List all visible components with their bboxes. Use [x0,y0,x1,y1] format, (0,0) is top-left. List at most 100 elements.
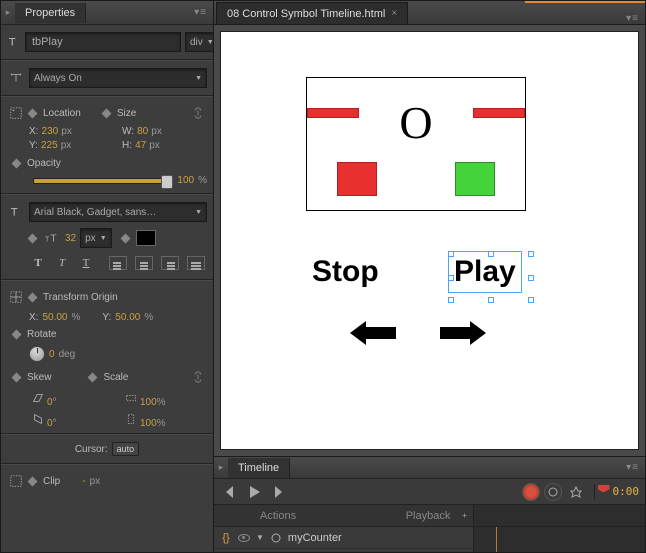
keyframe-diamond[interactable] [12,159,22,169]
keyframe-diamond[interactable] [88,372,98,382]
opacity-value[interactable]: 100 [177,175,194,186]
pin-icon[interactable] [566,483,586,501]
close-icon[interactable]: × [391,8,397,19]
keyframe-diamond[interactable] [28,476,38,486]
timeline-time[interactable]: 0:00 [613,485,640,498]
selection-handle[interactable] [448,251,454,257]
selection-handle[interactable] [448,275,454,281]
scale-x[interactable]: 100 [140,397,157,408]
selection-handle[interactable] [528,275,534,281]
play-text[interactable]: Play [454,255,516,289]
arrow-right-icon[interactable] [440,321,486,345]
display-select[interactable]: Always On▼ [29,68,207,88]
visibility-icon[interactable] [238,534,250,542]
symbol-icon [270,529,282,547]
playhead-line[interactable] [496,527,497,552]
element-name-input[interactable] [25,32,181,52]
location-x[interactable]: 230 [42,126,59,137]
transform-origin-y[interactable]: 50.00 [115,312,140,323]
opacity-slider[interactable] [33,178,169,184]
properties-scroll[interactable]: T div▼ Always On▼ Location Size [1,25,213,552]
stop-text[interactable]: Stop [312,255,379,289]
loc-y-unit: px [61,140,72,151]
forward-button[interactable] [268,483,288,501]
svg-text:T: T [45,237,50,244]
timeline-controls: 0:00 [214,479,645,505]
scale-title: Scale [103,372,128,383]
scale-y[interactable]: 100 [140,418,157,429]
keyframe-toggle-button[interactable] [522,483,540,501]
rotate-value[interactable]: 0 [49,349,55,360]
playhead-icon[interactable] [603,485,605,499]
auto-toggle-button[interactable] [544,483,562,501]
selection-handle[interactable] [488,251,494,257]
keyframe-diamond[interactable] [12,330,22,340]
skew-y-icon [29,410,47,428]
keyframe-diamond[interactable] [12,372,22,382]
panel-collapse-arrow[interactable]: ▸ [1,7,15,18]
align-justify-button[interactable] [187,256,205,270]
font-unit-select[interactable]: px▼ [80,228,112,248]
brace-icon[interactable]: {} [220,529,232,547]
link-icon[interactable] [189,104,207,122]
rewind-button[interactable] [220,483,240,501]
actions-header: Actions [260,510,296,522]
document-indicator [525,1,645,3]
expand-icon[interactable]: ▼ [256,533,264,542]
timeline-panel: ▸ Timeline ▾≡ 0:00 Act [214,456,645,552]
keyframe-diamond[interactable] [28,233,38,243]
tab-properties[interactable]: Properties [15,3,86,23]
add-lane-icon[interactable]: + [462,511,467,520]
transform-origin-x[interactable]: 50.00 [42,312,67,323]
align-right-button[interactable] [161,256,179,270]
panel-options-menu[interactable]: ▾≡ [188,7,213,18]
keyframe-diamond[interactable] [101,108,111,118]
location-y[interactable]: 225 [41,140,58,151]
underline-button[interactable]: T [77,254,95,272]
keyframe-diamond[interactable] [28,292,38,302]
symbol-container[interactable]: O [306,77,526,211]
skew-x-icon [29,389,47,407]
play-button[interactable] [244,483,264,501]
link-icon[interactable] [189,368,207,386]
to-y-unit: % [144,312,153,323]
align-left-button[interactable] [109,256,127,270]
italic-button[interactable]: T [53,254,71,272]
size-title: Size [117,108,136,119]
panel-options-menu[interactable]: ▾≡ [620,462,645,473]
bold-button[interactable]: T [29,254,47,272]
align-center-button[interactable] [135,256,153,270]
arrow-left-icon[interactable] [350,321,396,345]
display-select-label: Always On [34,73,82,84]
to-y-label: Y: [102,312,111,323]
size-h-label: H: [122,140,132,151]
size-h[interactable]: 47 [135,140,146,151]
selection-handle[interactable] [528,297,534,303]
size-w-unit: px [151,126,162,137]
selection-handle[interactable] [448,297,454,303]
size-w[interactable]: 80 [137,126,148,137]
cursor-value[interactable]: auto [112,442,140,456]
element-tag-select[interactable]: div▼ [185,32,213,52]
element-tag-label: div [190,37,203,48]
keyframe-diamond[interactable] [120,233,130,243]
text-color-swatch[interactable] [136,230,156,246]
clip-dash[interactable]: - [82,476,85,487]
rotate-knob[interactable] [29,346,45,362]
keyframe-diamond[interactable] [28,108,38,118]
selection-handle[interactable] [528,251,534,257]
font-size[interactable]: 32 [65,233,76,244]
tab-timeline[interactable]: Timeline [228,458,290,478]
panel-collapse-arrow[interactable]: ▸ [214,462,228,473]
document-tab[interactable]: 08 Control Symbol Timeline.html × [216,2,408,24]
stage-wrap: O Stop Play [214,25,645,456]
size-w-label: W: [122,126,134,137]
stage[interactable]: O Stop Play [220,31,639,450]
selection-handle[interactable] [488,297,494,303]
font-family-select[interactable]: Arial Black, Gadget, sans…▼ [29,202,207,222]
document-options-menu[interactable]: ▾≡ [620,13,645,24]
timeline-track-area[interactable] [474,505,645,552]
timeline-row[interactable]: {} ▼ myCounter [214,527,473,549]
svg-text:T: T [11,207,18,219]
position-section-icon [7,104,25,122]
